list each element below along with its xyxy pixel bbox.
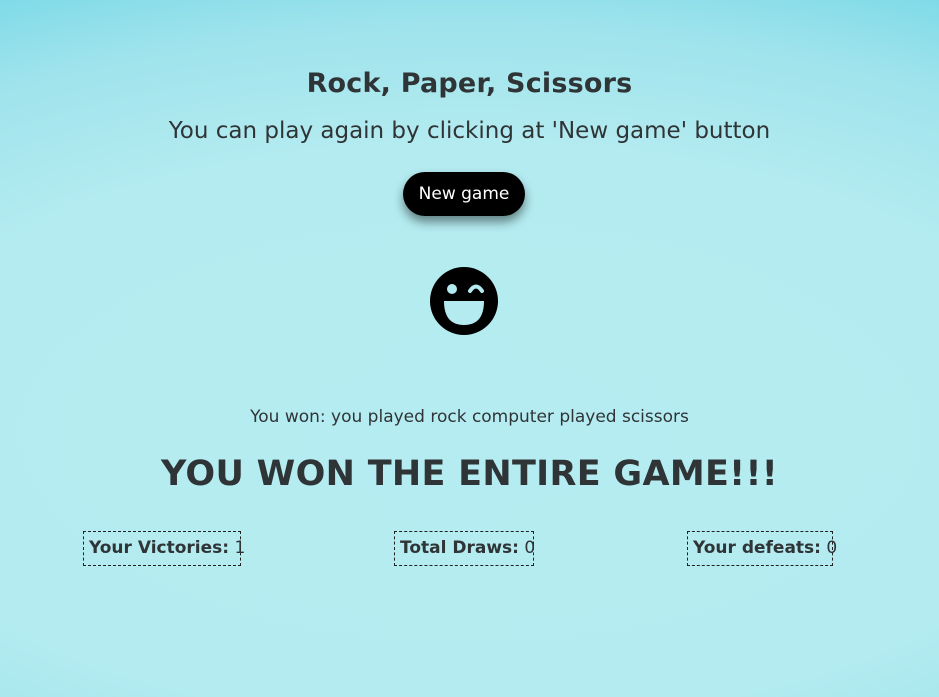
draws-value: 0 — [524, 538, 536, 558]
winking-laughing-face-icon — [430, 267, 498, 335]
defeats-value: 0 — [826, 538, 838, 558]
victories-label: Your Victories: — [89, 538, 230, 558]
round-result-text: You won: you played rock computer played… — [250, 407, 689, 427]
final-result-heading: YOU WON THE ENTIRE GAME!!! — [161, 454, 778, 494]
defeats-label: Your defeats: — [693, 538, 821, 558]
game-title: Rock, Paper, Scissors — [306, 68, 633, 99]
game-page: Rock, Paper, Scissors You can play again… — [0, 0, 939, 697]
draws-counter: Total Draws: 0 — [394, 531, 536, 566]
victories-counter: Your Victories: 1 — [83, 531, 245, 566]
defeats-counter: Your defeats: 0 — [687, 531, 837, 566]
game-subtitle: You can play again by clicking at 'New g… — [168, 118, 771, 144]
draws-label: Total Draws: — [400, 538, 519, 558]
new-game-button[interactable]: New game — [403, 172, 525, 216]
victories-value: 1 — [234, 538, 246, 558]
